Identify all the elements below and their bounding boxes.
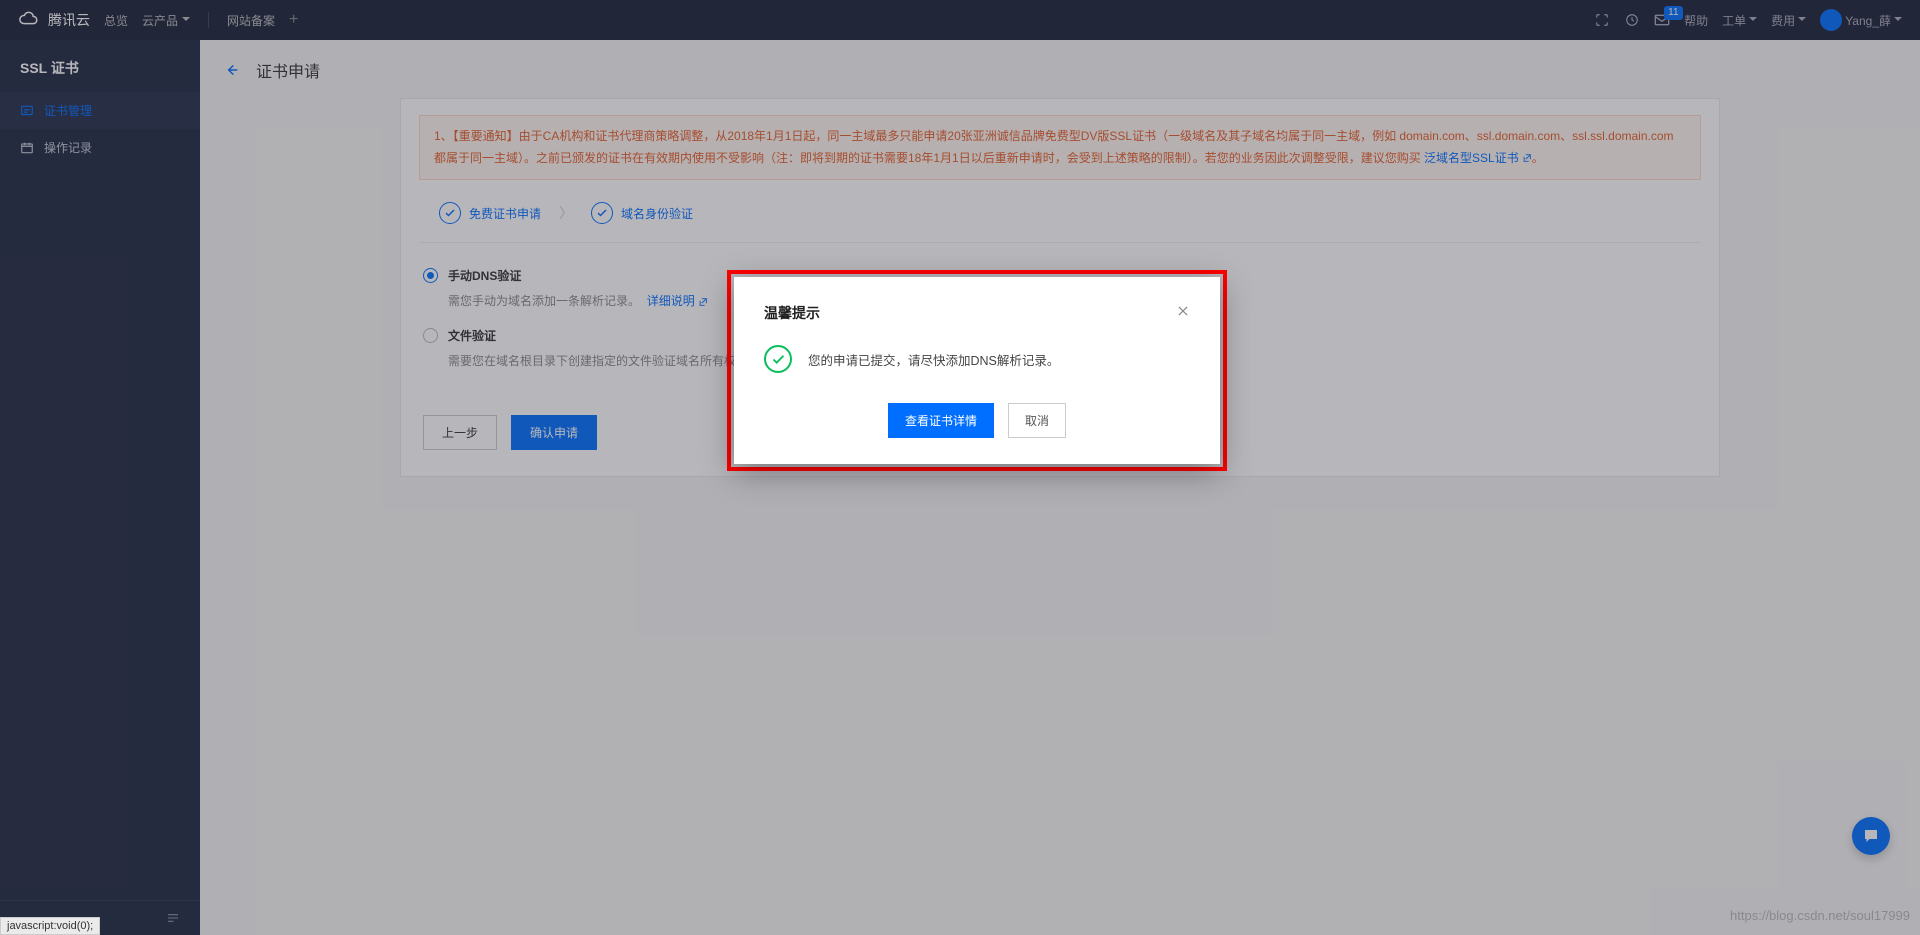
browser-status-bar: javascript:void(0); — [0, 917, 100, 935]
modal-dialog: 温馨提示 您的申请已提交，请尽快添加DNS解析记录。 查看证书详情 取消 — [734, 277, 1220, 464]
modal-cancel-button[interactable]: 取消 — [1008, 403, 1066, 438]
modal-highlight-frame: 温馨提示 您的申请已提交，请尽快添加DNS解析记录。 查看证书详情 取消 — [727, 270, 1227, 471]
modal-buttons: 查看证书详情 取消 — [764, 403, 1190, 438]
close-icon — [1176, 304, 1190, 318]
modal-message: 您的申请已提交，请尽快添加DNS解析记录。 — [808, 350, 1059, 369]
success-icon — [764, 345, 792, 373]
modal-view-button[interactable]: 查看证书详情 — [888, 403, 994, 438]
modal-body: 您的申请已提交，请尽快添加DNS解析记录。 — [764, 323, 1190, 403]
modal-overlay: 温馨提示 您的申请已提交，请尽快添加DNS解析记录。 查看证书详情 取消 — [0, 0, 1920, 935]
modal-close-button[interactable] — [1176, 304, 1190, 323]
modal-header: 温馨提示 — [764, 303, 1190, 323]
modal-title: 温馨提示 — [764, 303, 820, 323]
